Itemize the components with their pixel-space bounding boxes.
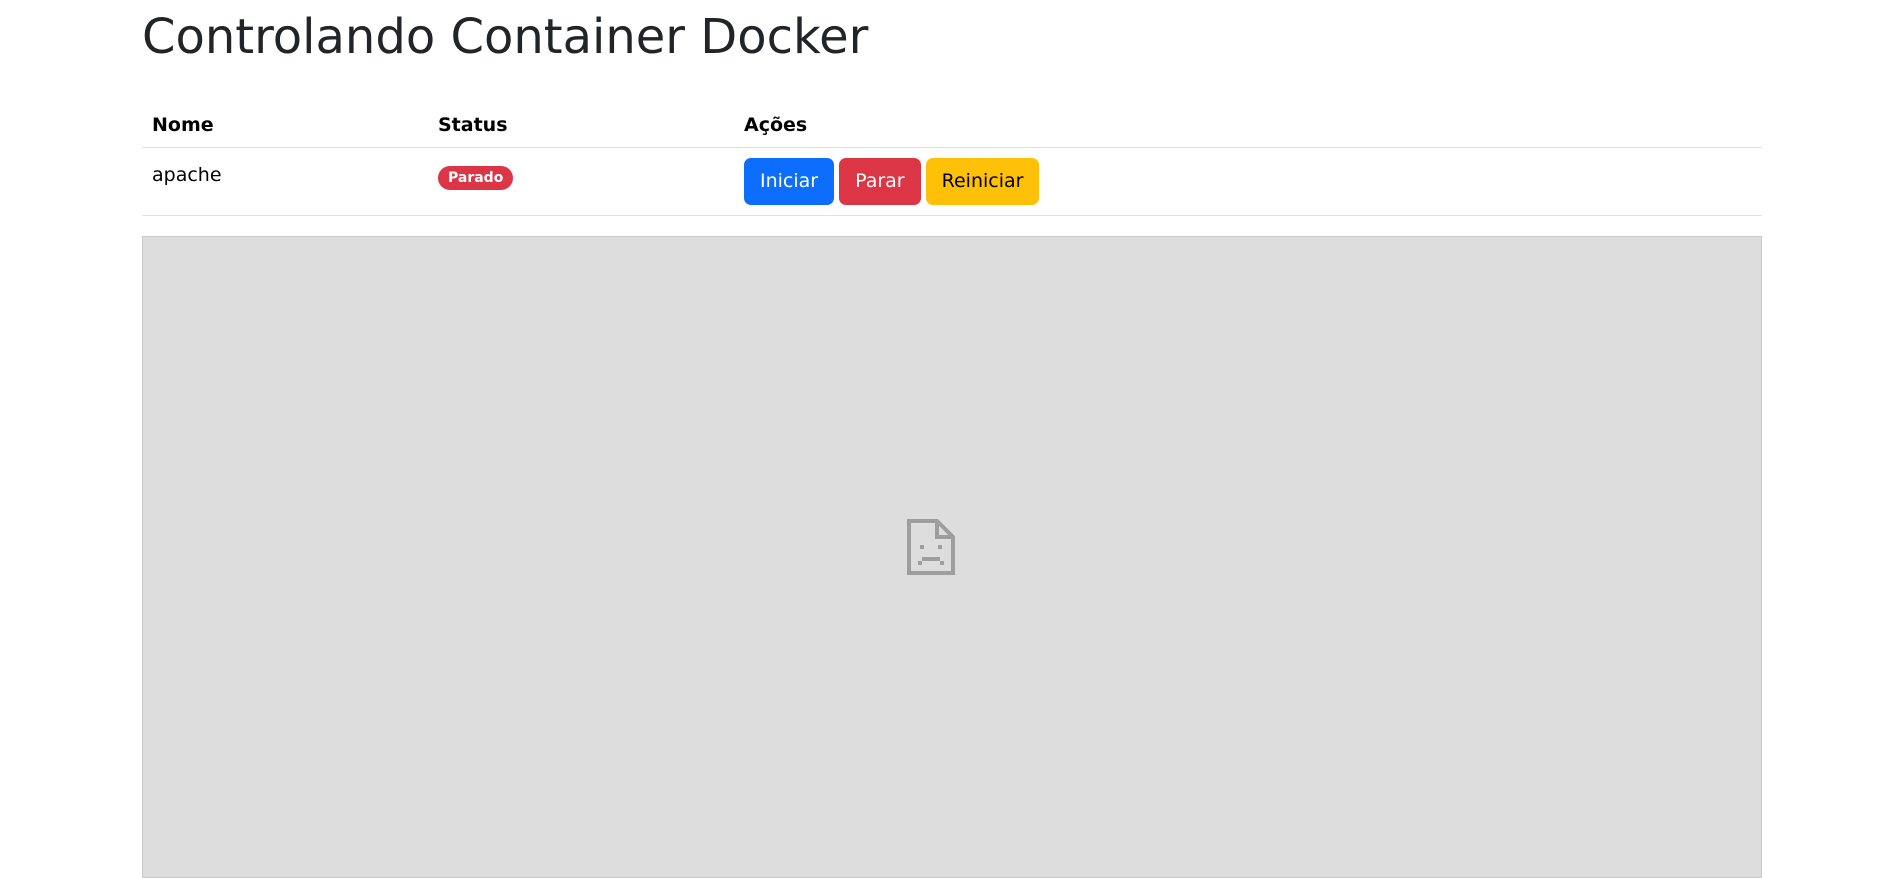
page-title: Controlando Container Docker <box>142 9 869 65</box>
status-cell: Parado <box>428 147 734 216</box>
start-button[interactable]: Iniciar <box>744 158 835 205</box>
table-row: apache Parado Iniciar Parar Reiniciar <box>142 147 1762 216</box>
header-name: Nome <box>142 102 428 148</box>
embedded-frame[interactable] <box>142 236 1762 878</box>
broken-page-icon <box>907 519 955 575</box>
containers-table: Nome Status Ações apache Parado Iniciar P… <box>142 102 1762 216</box>
container-name: apache <box>142 147 428 216</box>
header-actions: Ações <box>734 102 1762 148</box>
main-container: Controlando Container Docker Nome Status… <box>142 0 1762 878</box>
stop-button[interactable]: Parar <box>839 158 921 205</box>
actions-cell: Iniciar Parar Reiniciar <box>734 147 1762 216</box>
status-badge: Parado <box>438 166 514 190</box>
table-header-row: Nome Status Ações <box>142 102 1762 148</box>
header-status: Status <box>428 102 734 148</box>
restart-button[interactable]: Reiniciar <box>925 158 1040 205</box>
